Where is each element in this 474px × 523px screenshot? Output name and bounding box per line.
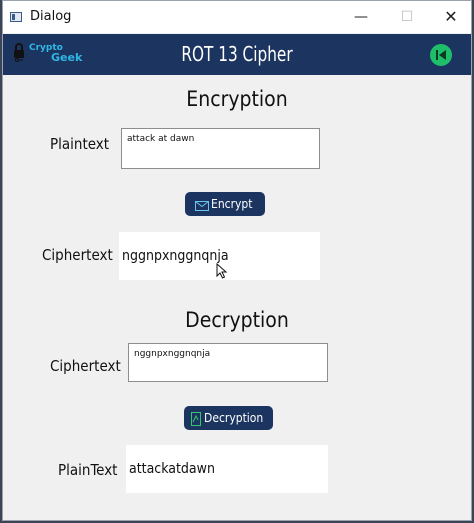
exit-icon [436, 50, 446, 60]
exit-button[interactable] [430, 44, 452, 66]
window-title: Dialog [30, 9, 72, 24]
title-bar: Dialog — ☐ ✕ [3, 1, 471, 33]
decryption-plaintext-label: PlainText [58, 461, 118, 479]
encrypt-button[interactable]: Encrypt [185, 192, 265, 216]
decryption-ciphertext-input[interactable]: nggnpxnggnqnja [128, 343, 328, 382]
maximize-button[interactable]: ☐ [385, 1, 429, 33]
plaintext-label: Plaintext [50, 135, 110, 153]
minimize-button[interactable]: — [339, 1, 383, 33]
lock-icon [14, 43, 24, 62]
decryption-heading: Decryption [185, 308, 289, 332]
plaintext-input[interactable]: attack at dawn [121, 128, 320, 169]
window-app-icon [10, 12, 22, 22]
decryption-plaintext-output: attackatdawn [126, 445, 328, 493]
decryption-ciphertext-label: Ciphertext [50, 357, 121, 375]
decryption-button[interactable]: Decryption [184, 406, 273, 430]
app-header: Crypto Geek ROT 13 Cipher [3, 34, 471, 75]
decryption-button-label: Decryption [204, 411, 264, 425]
app-title: ROT 13 Cipher [181, 42, 293, 66]
document-icon [191, 411, 201, 426]
encrypt-button-label: Encrypt [211, 197, 253, 211]
encryption-heading: Encryption [186, 87, 288, 111]
dialog-window: Dialog — ☐ ✕ Crypto Geek ROT 13 Cipher E… [2, 0, 472, 521]
close-button[interactable]: ✕ [429, 1, 471, 33]
ciphertext-label: Ciphertext [42, 246, 113, 264]
mouse-cursor-icon [216, 263, 228, 279]
envelope-icon [195, 200, 209, 211]
